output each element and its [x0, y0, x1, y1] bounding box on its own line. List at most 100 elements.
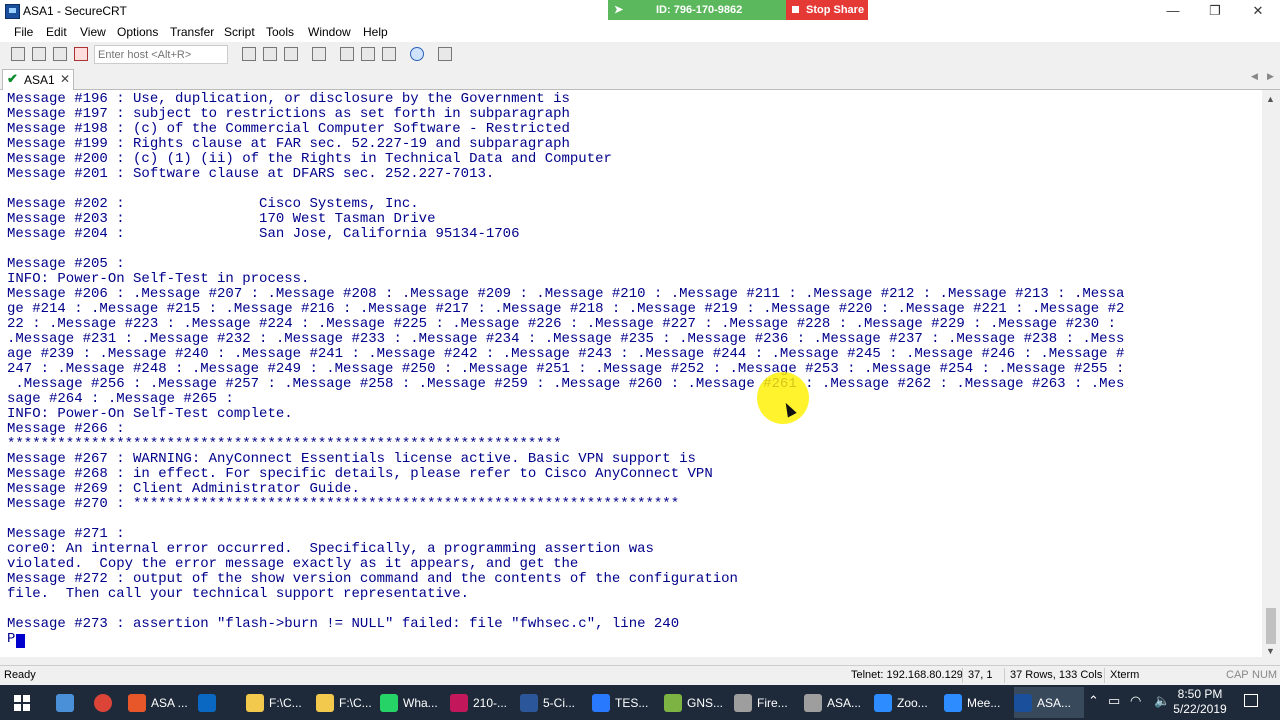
- screen-share-bar: ➤ ID: 796-170-9862 Stop Share: [608, 0, 868, 20]
- menu-file[interactable]: File: [14, 25, 33, 39]
- menu-options[interactable]: Options: [117, 25, 158, 39]
- windows-start-icon[interactable]: [14, 695, 30, 711]
- taskbar-item[interactable]: F:\C...: [246, 687, 312, 718]
- terminal-line: Message #196 : Use, duplication, or disc…: [7, 91, 570, 107]
- taskbar-item-label: Mee...: [967, 696, 1001, 710]
- host-input[interactable]: [94, 45, 228, 64]
- tab-scroll-right-icon[interactable]: ▶: [1267, 71, 1274, 82]
- global-options-icon[interactable]: [361, 47, 375, 61]
- quick-connect-icon[interactable]: [32, 47, 46, 61]
- menu-transfer[interactable]: Transfer: [170, 25, 214, 39]
- connect-icon[interactable]: [11, 47, 25, 61]
- tab-close-icon[interactable]: ✕: [60, 72, 70, 86]
- tray-expand-icon[interactable]: ⌃: [1088, 693, 1099, 709]
- taskbar-item[interactable]: 210-...: [450, 687, 516, 718]
- taskbar-item[interactable]: Fire...: [734, 687, 800, 718]
- taskbar-app-icon: [128, 694, 146, 712]
- taskbar-item[interactable]: ASA...: [1014, 687, 1084, 718]
- copy-icon[interactable]: [242, 47, 256, 61]
- menu-edit[interactable]: Edit: [46, 25, 67, 39]
- stop-share-label: Stop Share: [806, 4, 865, 16]
- notification-icon[interactable]: [1244, 694, 1258, 707]
- taskbar-item[interactable]: Wha...: [380, 687, 446, 718]
- menu-script[interactable]: Script: [224, 25, 255, 39]
- task-pinned-app[interactable]: [56, 687, 78, 718]
- terminal-line: Message #273 : assertion "flash->burn !=…: [7, 616, 680, 632]
- toolbar: [0, 42, 1280, 69]
- restore-button[interactable]: ❐: [1194, 0, 1236, 22]
- sftp-icon[interactable]: [438, 47, 452, 61]
- taskbar-item[interactable]: TES...: [592, 687, 660, 718]
- status-telnet: Telnet: 192.168.80.129: [851, 669, 963, 681]
- terminal-output[interactable]: Message #196 : Use, duplication, or disc…: [0, 90, 1262, 657]
- terminal-line: Message #272 : output of the show versio…: [7, 571, 738, 587]
- taskbar-item[interactable]: Zoo...: [874, 687, 940, 718]
- taskbar-item-label: ASA...: [1037, 696, 1072, 710]
- terminal-line: Message #267 : WARNING: AnyConnect Essen…: [7, 451, 696, 467]
- scroll-thumb[interactable]: [1266, 608, 1276, 644]
- wifi-icon[interactable]: ◠: [1130, 693, 1141, 709]
- taskbar-item-label: ASA...: [827, 696, 862, 710]
- task-chrome[interactable]: [94, 687, 116, 718]
- terminal-line: Message #205 :: [7, 256, 125, 272]
- taskbar-item[interactable]: ASA...: [804, 687, 870, 718]
- clock-time: 8:50 PM: [1177, 687, 1223, 701]
- paste-icon[interactable]: [263, 47, 277, 61]
- close-button[interactable]: ✕: [1237, 0, 1279, 22]
- help-icon[interactable]: [410, 47, 424, 61]
- terminal-line: .Message #256 : .Message #257 : .Message…: [7, 376, 1125, 392]
- share-id-badge: ➤ ID: 796-170-9862: [608, 0, 786, 20]
- reconnect-icon[interactable]: [53, 47, 67, 61]
- taskbar-item[interactable]: ASA ...: [128, 687, 194, 718]
- find-icon[interactable]: [284, 47, 298, 61]
- disconnect-icon[interactable]: [74, 47, 88, 61]
- terminal-line: Message #202 : Cisco Systems, Inc.: [7, 196, 419, 212]
- terminal-line: file. Then call your technical support r…: [7, 586, 470, 602]
- taskbar-item[interactable]: Mee...: [944, 687, 1010, 718]
- vertical-scrollbar[interactable]: ▲ ▼: [1262, 90, 1280, 657]
- taskbar-item-label: 5-Ci...: [543, 696, 576, 710]
- menu-window[interactable]: Window: [308, 25, 351, 39]
- taskbar-item-label: Fire...: [757, 696, 788, 710]
- taskbar-item-label: Zoo...: [897, 696, 928, 710]
- taskbar-app-icon: [1014, 694, 1032, 712]
- scroll-up-icon[interactable]: ▲: [1266, 94, 1275, 104]
- taskbar-app-icon: [592, 694, 610, 712]
- scroll-down-icon[interactable]: ▼: [1266, 646, 1275, 656]
- clock[interactable]: 8:50 PM 5/22/2019: [1164, 687, 1236, 717]
- terminal-line: Message #197 : subject to restrictions a…: [7, 106, 570, 122]
- taskbar-item[interactable]: F:\C...: [316, 687, 382, 718]
- status-terminal-type: Xterm: [1110, 669, 1140, 681]
- session-options-icon[interactable]: [340, 47, 354, 61]
- terminal-line: age #239 : .Message #240 : .Message #241…: [7, 346, 1125, 362]
- menu-tools[interactable]: Tools: [266, 25, 294, 39]
- taskbar-item-label: 210-...: [473, 696, 508, 710]
- print-icon[interactable]: [312, 47, 326, 61]
- taskbar-app-icon: [664, 694, 682, 712]
- taskbar-item-label: ASA ...: [151, 696, 188, 710]
- tab-scroll-left-icon[interactable]: ◀: [1251, 71, 1258, 82]
- taskbar-app-icon: [380, 694, 398, 712]
- terminal-lines: Message #196 : Use, duplication, or disc…: [7, 92, 1124, 647]
- menu-view[interactable]: View: [80, 25, 106, 39]
- status-bar: Ready Telnet: 192.168.80.129 37, 1 37 Ro…: [0, 665, 1280, 686]
- taskbar-item[interactable]: [198, 687, 242, 718]
- terminal-line: 247 : .Message #248 : .Message #249 : .M…: [7, 361, 1125, 377]
- status-separator: [1004, 668, 1005, 683]
- taskbar-app-icon: [874, 694, 892, 712]
- terminal-line: Message #201 : Software clause at DFARS …: [7, 166, 495, 182]
- tab-asa1[interactable]: ✔ ASA1 ✕: [2, 69, 74, 90]
- terminal-line: ge #214 : .Message #215 : .Message #216 …: [7, 301, 1125, 317]
- minimize-button[interactable]: —: [1152, 0, 1194, 22]
- taskbar-item-label: Wha...: [403, 696, 438, 710]
- taskbar-item[interactable]: GNS...: [664, 687, 730, 718]
- pin-icon[interactable]: ➤: [614, 0, 623, 20]
- menu-help[interactable]: Help: [363, 25, 388, 39]
- windows-taskbar: ⌃ ▭ ◠ 🔈 8:50 PM 5/22/2019 ASA ... F:\C...…: [0, 685, 1280, 720]
- terminal-line: 22 : .Message #223 : .Message #224 : .Me…: [7, 316, 1116, 332]
- keymap-icon[interactable]: [382, 47, 396, 61]
- stop-share-button[interactable]: Stop Share: [786, 0, 868, 20]
- tab-label: ASA1: [24, 73, 55, 87]
- taskbar-item[interactable]: 5-Ci...: [520, 687, 586, 718]
- network-drive-icon[interactable]: ▭: [1108, 693, 1120, 709]
